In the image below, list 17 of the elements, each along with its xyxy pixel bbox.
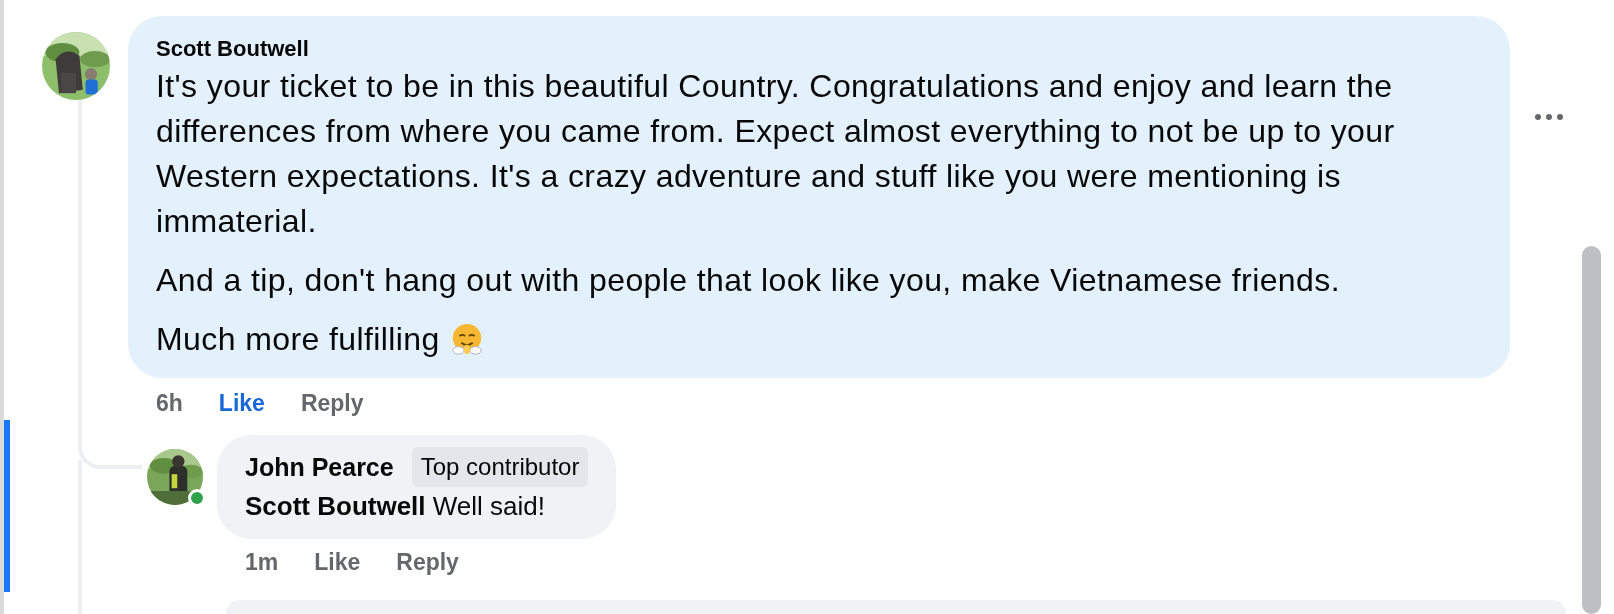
- reply-link[interactable]: Reply: [300, 386, 364, 421]
- like-link[interactable]: Like: [218, 386, 265, 421]
- timestamp: 6h: [156, 389, 183, 418]
- comment-text: It's your ticket to be in this beautiful Country. Congratulations and enjoy and learn the differences from where you came from. Expect almost everything to not be up to your Western expectations. It's a crazy adventure and stuff like you were mentioning is immaterial.: [156, 68, 1395, 239]
- like-link[interactable]: Like: [314, 544, 361, 579]
- more-options-icon: [1534, 113, 1564, 121]
- reply-link[interactable]: Reply: [396, 544, 459, 579]
- timestamp: 1m: [245, 547, 279, 577]
- more-options-button[interactable]: [1534, 113, 1564, 121]
- comment-text: And a tip, don't hang out with people that look like you, make Vietnamese friends.: [156, 262, 1340, 298]
- contributor-badge: Top contributor: [411, 446, 589, 487]
- comment-text: Much more fulfilling: [156, 321, 440, 357]
- comment-text: Scott Boutwell Well said!: [245, 489, 546, 523]
- hugging-face-emoji-icon: [449, 322, 484, 356]
- scrollbar[interactable]: [1582, 246, 1601, 614]
- author-name[interactable]: John Pearce: [245, 451, 394, 482]
- author-name[interactable]: Scott Boutwell: [156, 34, 1452, 64]
